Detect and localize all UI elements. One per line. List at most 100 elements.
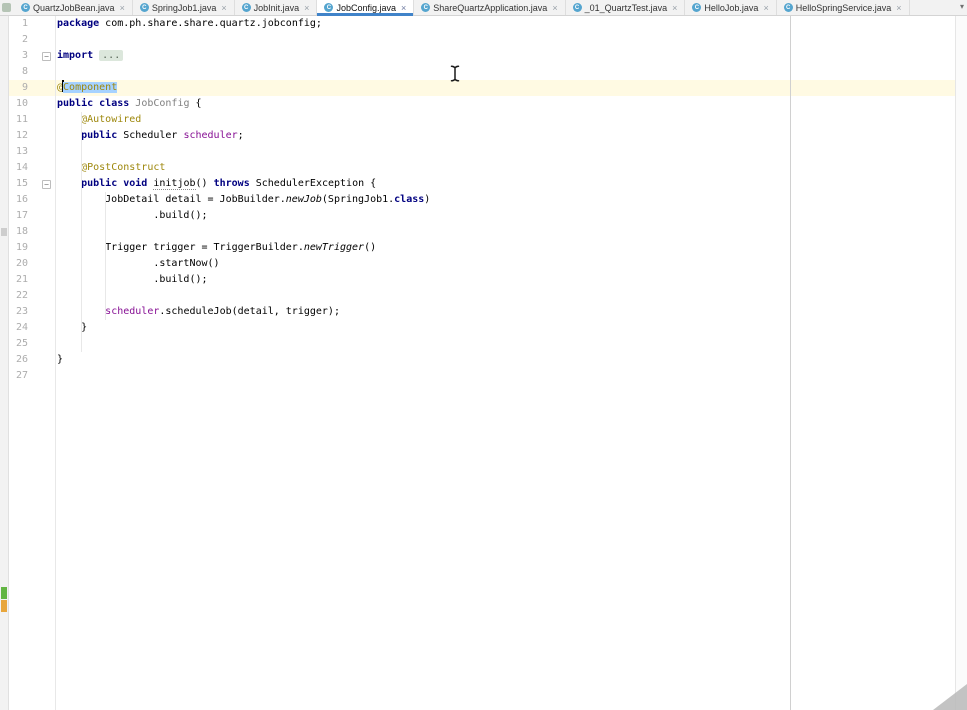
- close-icon[interactable]: ×: [401, 3, 406, 13]
- tab-label: ShareQuartzApplication.java: [433, 2, 548, 13]
- line-number: 2: [21, 34, 28, 45]
- line-number: 11: [15, 114, 28, 125]
- left-tool-window-stripe: [0, 16, 9, 710]
- tab-overflow-chevron-icon[interactable]: ▾: [960, 2, 964, 11]
- code-text: @Component: [57, 80, 118, 93]
- line-number: 13: [15, 146, 28, 157]
- code-line[interactable]: 25: [0, 336, 967, 352]
- line-number: 25: [15, 338, 28, 349]
- tab-JobInit.java[interactable]: C JobInit.java ×: [234, 0, 318, 15]
- close-icon[interactable]: ×: [763, 3, 768, 13]
- java-class-icon: C: [692, 3, 702, 12]
- code-line[interactable]: 3 − import ...: [0, 48, 967, 64]
- java-class-icon: C: [241, 3, 251, 12]
- java-class-icon: C: [572, 3, 582, 12]
- fold-indicator[interactable]: −: [28, 179, 55, 189]
- resize-corner-grip[interactable]: [933, 684, 967, 710]
- tab-label: JobConfig.java: [336, 2, 396, 13]
- code-line[interactable]: 14 @PostConstruct: [0, 160, 967, 176]
- line-number: 23: [15, 306, 28, 317]
- code-text: public void initjob() throws SchedulerEx…: [81, 178, 377, 190]
- right-margin-guide: [790, 16, 791, 710]
- tab-SpringJob1.java[interactable]: C SpringJob1.java ×: [132, 0, 235, 15]
- line-number: 26: [15, 354, 28, 365]
- code-text: package com.ph.share.share.quartz.jobcon…: [57, 18, 322, 29]
- text-cursor-pointer: [449, 65, 461, 86]
- fold-minus-icon[interactable]: −: [42, 179, 51, 189]
- close-icon[interactable]: ×: [221, 3, 226, 13]
- tab-label: HelloSpringService.java: [795, 2, 892, 13]
- line-number: 1: [21, 18, 28, 29]
- code-line[interactable]: 18: [0, 224, 967, 240]
- code-line[interactable]: 16 JobDetail detail = JobBuilder.newJob(…: [0, 192, 967, 208]
- code-line[interactable]: 19 Trigger trigger = TriggerBuilder.newT…: [0, 240, 967, 256]
- code-line[interactable]: 17 .build();: [0, 208, 967, 224]
- tab-QuartzJobBean.java[interactable]: C QuartzJobBean.java ×: [14, 0, 133, 15]
- stripe-mark: [1, 228, 7, 236]
- editor-scrollbar[interactable]: [955, 16, 967, 710]
- tab-label: _01_QuartzTest.java: [584, 2, 668, 13]
- code-text: @PostConstruct: [81, 162, 166, 173]
- editor-tab-bar: C QuartzJobBean.java × C SpringJob1.java × C Jo…: [0, 0, 967, 16]
- code-line[interactable]: 12 public Scheduler scheduler;: [0, 128, 967, 144]
- tab-HelloJob.java[interactable]: C HelloJob.java ×: [685, 0, 777, 15]
- line-number: 17: [15, 210, 28, 221]
- tab-label: SpringJob1.java: [151, 2, 217, 13]
- line-number: 10: [15, 98, 28, 109]
- tab-ShareQuartzApplication.java[interactable]: C ShareQuartzApplication.java ×: [414, 0, 566, 15]
- code-line[interactable]: 26}: [0, 352, 967, 368]
- java-class-icon: C: [21, 3, 30, 12]
- close-icon[interactable]: ×: [304, 3, 309, 13]
- stripe-mark: [1, 587, 7, 599]
- code-text: scheduler.scheduleJob(detail, trigger);: [105, 306, 340, 317]
- code-text: }: [57, 354, 64, 365]
- code-line[interactable]: 11 @Autowired: [0, 112, 967, 128]
- code-line[interactable]: 23 scheduler.scheduleJob(detail, trigger…: [0, 304, 967, 320]
- java-class-icon: C: [421, 3, 431, 12]
- code-text: public class JobConfig {: [57, 98, 202, 109]
- code-text: JobDetail detail = JobBuilder.newJob(Spr…: [57, 194, 431, 205]
- code-line[interactable]: 13: [0, 144, 967, 160]
- stripe-mark: [1, 600, 7, 612]
- code-text: .build();: [57, 210, 208, 221]
- code-line[interactable]: 8: [0, 64, 967, 80]
- line-number: 21: [15, 274, 28, 285]
- code-line[interactable]: 1 package com.ph.share.share.quartz.jobco…: [0, 16, 967, 32]
- line-number: 8: [21, 66, 28, 77]
- line-number: 18: [15, 226, 28, 237]
- java-class-icon: C: [783, 3, 793, 12]
- code-line[interactable]: 20 .startNow(): [0, 256, 967, 272]
- close-icon[interactable]: ×: [672, 3, 677, 13]
- line-number: 24: [15, 322, 28, 333]
- code-line[interactable]: 21 .build();: [0, 272, 967, 288]
- tab-JobConfig.java[interactable]: C JobConfig.java ×: [317, 0, 415, 16]
- close-icon[interactable]: ×: [120, 3, 125, 13]
- code-line[interactable]: 9 @Component: [0, 80, 967, 96]
- code-line[interactable]: 2: [0, 32, 967, 48]
- indent-guide: [105, 192, 106, 320]
- line-number: 20: [15, 258, 28, 269]
- code-line[interactable]: 27: [0, 368, 967, 384]
- line-number: 3: [21, 50, 28, 61]
- fold-indicator[interactable]: −: [28, 51, 55, 61]
- code-lines: 1 package com.ph.share.share.quartz.jobco…: [0, 16, 967, 384]
- code-line[interactable]: 15 − public void initjob() throws Schedul…: [0, 176, 967, 192]
- tab-_01_QuartzTest.java[interactable]: C _01_QuartzTest.java ×: [565, 0, 686, 15]
- code-editor[interactable]: 1 package com.ph.share.share.quartz.jobco…: [0, 16, 967, 710]
- code-line[interactable]: 10 public class JobConfig {: [0, 96, 967, 112]
- code-line[interactable]: 24 }: [0, 320, 967, 336]
- line-number: 14: [15, 162, 28, 173]
- tab-label: HelloJob.java: [704, 2, 759, 13]
- line-number: 15: [15, 178, 28, 189]
- code-text: }: [57, 322, 88, 333]
- tab-label: QuartzJobBean.java: [33, 2, 115, 13]
- line-number: 9: [21, 82, 28, 93]
- java-class-icon: C: [324, 3, 334, 12]
- line-number: 19: [15, 242, 28, 253]
- close-icon[interactable]: ×: [552, 3, 557, 13]
- close-icon[interactable]: ×: [896, 3, 901, 13]
- fold-minus-icon[interactable]: −: [42, 51, 51, 61]
- line-number: 22: [15, 290, 28, 301]
- code-line[interactable]: 22: [0, 288, 967, 304]
- tab-HelloSpringService.java[interactable]: C HelloSpringService.java ×: [776, 0, 910, 15]
